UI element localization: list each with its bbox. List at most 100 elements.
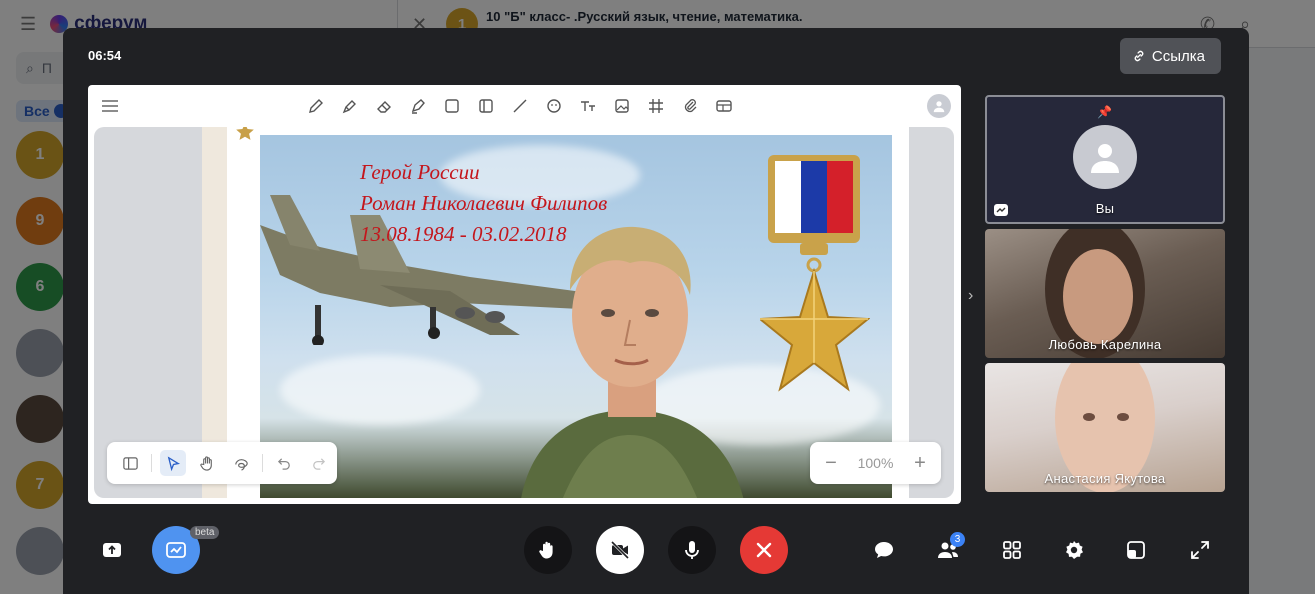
slide-caption-title: Герой России [360, 160, 480, 184]
gear-icon [1066, 541, 1083, 559]
undo-button[interactable] [271, 450, 297, 476]
slide-caption-name: Роман Николаевич Филипов [360, 191, 608, 215]
user-icon [933, 101, 945, 113]
text-icon [581, 101, 595, 111]
emoji-icon [547, 99, 561, 113]
picture-in-picture-button[interactable] [1124, 538, 1148, 562]
expand-icon [1191, 541, 1209, 559]
whiteboard-tools [304, 94, 736, 118]
whiteboard-user-avatar[interactable] [927, 94, 951, 118]
end-call-button[interactable] [740, 526, 788, 574]
participant-tile-self[interactable]: 📌 Вы [985, 95, 1225, 224]
paperclip-icon [684, 99, 697, 113]
redo-button[interactable] [305, 450, 331, 476]
divider [262, 454, 263, 472]
slide-caption: Герой России Роман Николаевич Филипов 13… [360, 157, 607, 250]
participant-name: Анастасия Якутова [1044, 471, 1166, 486]
cloud [280, 355, 480, 425]
participant-name: Вы [1095, 201, 1115, 216]
microphone-toggle-button[interactable] [668, 526, 716, 574]
copy-link-button[interactable]: Ссылка [1119, 38, 1221, 74]
select-tool-button[interactable] [160, 450, 186, 476]
slide-caption-dates: 13.08.1984 - 03.02.2018 [360, 222, 567, 246]
text-tool[interactable] [576, 94, 600, 118]
table-icon [716, 100, 732, 112]
copy-link-label: Ссылка [1151, 47, 1205, 65]
video-call-window: 06:54 Ссылка Герой России Роман Николаев… [63, 28, 1249, 594]
hand-icon [539, 541, 553, 559]
marker-tool[interactable] [338, 94, 362, 118]
hand-icon [199, 455, 212, 471]
chat-bubble-icon [875, 542, 893, 558]
fullscreen-button[interactable] [1188, 538, 1212, 562]
line-icon [513, 99, 527, 113]
settings-button[interactable] [1062, 538, 1086, 562]
participants-count-badge: 3 [950, 532, 965, 547]
whiteboard-toolbar [88, 85, 961, 127]
sticker-tool[interactable] [474, 94, 498, 118]
lasso-icon [234, 458, 248, 471]
cursor-arrow-icon [167, 455, 180, 471]
rectangle-tool[interactable] [440, 94, 464, 118]
chat-button[interactable] [872, 538, 896, 562]
beta-badge: beta [190, 526, 220, 539]
canvas-tools-panel [107, 442, 337, 484]
participant-tile[interactable]: Любовь Карелина [985, 229, 1225, 358]
rectangle-icon [445, 99, 459, 113]
call-timer: 06:54 [88, 48, 122, 63]
menu-icon[interactable] [100, 96, 120, 116]
undo-icon [277, 457, 290, 470]
share-screen-button[interactable] [88, 526, 136, 574]
chevron-right-icon[interactable]: › [968, 287, 980, 304]
pin-icon[interactable]: 📌 [1097, 105, 1112, 119]
emoji-tool[interactable] [542, 94, 566, 118]
toggle-sidebar-button[interactable] [117, 450, 143, 476]
line-tool[interactable] [508, 94, 532, 118]
participant-video-face [1063, 249, 1133, 344]
table-tool[interactable] [712, 94, 736, 118]
highlighter-tool[interactable] [406, 94, 430, 118]
star-icon [236, 127, 254, 140]
camera-off-icon [610, 540, 630, 560]
slide-image-hero: Герой России Роман Николаевич Филипов 13… [260, 135, 892, 498]
raise-hand-button[interactable] [524, 526, 572, 574]
layout-grid-button[interactable] [1000, 538, 1024, 562]
whiteboard-icon [166, 542, 186, 558]
pencil-tool[interactable] [304, 94, 328, 118]
hashtag-grid-icon [649, 99, 663, 113]
user-icon [1091, 144, 1119, 173]
participant-name: Любовь Карелина [1048, 337, 1162, 352]
microphone-icon [685, 541, 699, 559]
sticker-icon [479, 99, 493, 113]
sidebar-panel-icon [122, 456, 138, 470]
link-icon [1134, 50, 1144, 62]
whiteboard[interactable]: Герой России Роман Николаевич Филипов 13… [88, 85, 961, 504]
share-screen-icon [103, 543, 121, 557]
zoom-value: 100% [857, 455, 894, 471]
participant-tile[interactable]: Анастасия Якутова [985, 363, 1225, 492]
marker-icon [342, 100, 356, 114]
pan-tool-button[interactable] [194, 450, 220, 476]
minimize-window-icon [1127, 541, 1145, 559]
image-tool[interactable] [610, 94, 634, 118]
divider [151, 454, 152, 472]
camera-toggle-button[interactable] [596, 526, 644, 574]
avatar [1073, 125, 1137, 189]
lasso-tool-button[interactable] [228, 450, 254, 476]
grid-tool[interactable] [644, 94, 668, 118]
redo-icon [312, 457, 325, 470]
participant-video-eye [1083, 413, 1095, 421]
whiteboard-canvas[interactable]: Герой России Роман Николаевич Филипов 13… [94, 127, 954, 498]
eraser-tool[interactable] [372, 94, 396, 118]
zoom-control: − 100% + [810, 442, 941, 484]
hero-medal-illustration [760, 155, 870, 392]
zoom-out-button[interactable]: − [820, 452, 842, 475]
image-icon [615, 99, 629, 113]
close-icon [756, 542, 772, 558]
zoom-in-button[interactable]: + [909, 452, 931, 475]
participant-video-eye [1117, 413, 1129, 421]
grid-icon [1003, 541, 1021, 559]
attach-tool[interactable] [678, 94, 702, 118]
pencil-icon [309, 99, 323, 113]
highlighter-icon [411, 99, 425, 114]
